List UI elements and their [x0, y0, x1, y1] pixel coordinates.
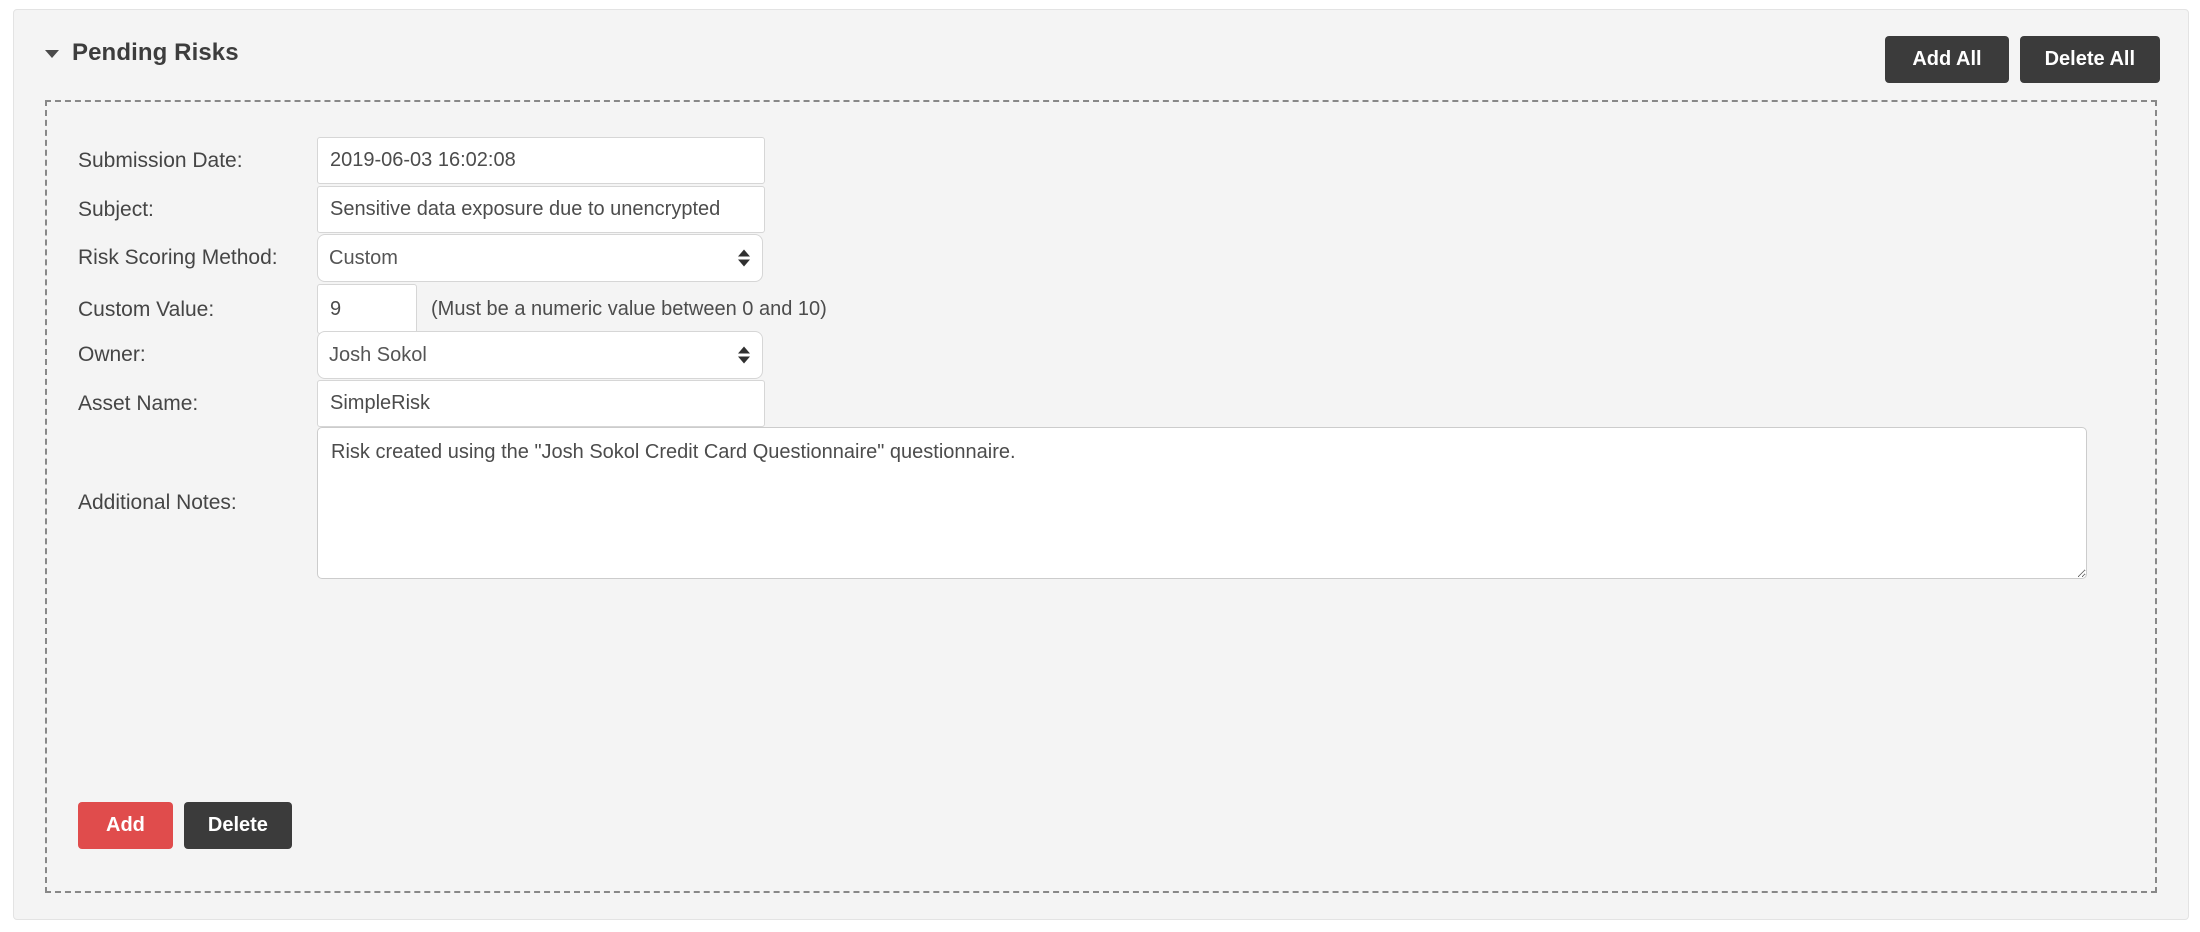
owner-field-wrap: Josh Sokol	[317, 331, 763, 379]
form-row-submission-date: Submission Date:	[47, 137, 2155, 184]
pending-risk-item: Submission Date: Subject: Risk Scoring M…	[45, 100, 2157, 893]
risk-scoring-method-label: Risk Scoring Method:	[78, 246, 278, 269]
add-all-button[interactable]: Add All	[1885, 36, 2009, 83]
submission-date-input[interactable]	[317, 137, 765, 184]
owner-select[interactable]: Josh Sokol	[317, 331, 763, 379]
form-row-owner: Owner: Josh Sokol	[47, 331, 2155, 379]
caret-down-icon[interactable]	[45, 50, 59, 58]
form-row-subject: Subject:	[47, 186, 2155, 233]
risk-scoring-method-field-wrap: Custom	[317, 234, 763, 282]
submission-date-label: Submission Date:	[78, 149, 243, 172]
delete-button[interactable]: Delete	[183, 802, 292, 849]
add-button[interactable]: Add	[78, 802, 173, 849]
form-row-risk-scoring-method: Risk Scoring Method: Custom	[47, 234, 2155, 282]
asset-name-field-wrap	[317, 380, 765, 427]
risk-scoring-method-select[interactable]: Custom	[317, 234, 763, 282]
form-row-asset-name: Asset Name:	[47, 380, 2155, 427]
custom-value-input[interactable]	[317, 284, 417, 334]
additional-notes-label: Additional Notes:	[78, 491, 237, 514]
risk-item-actions: Add Delete	[78, 802, 292, 849]
owner-label: Owner:	[78, 343, 146, 366]
form-row-additional-notes: Additional Notes: Risk created using the…	[47, 426, 2155, 584]
additional-notes-textarea[interactable]: Risk created using the "Josh Sokol Credi…	[317, 426, 2087, 579]
pending-risks-panel: Pending Risks Add All Delete All Submiss…	[13, 9, 2189, 920]
subject-label: Subject:	[78, 198, 154, 221]
custom-value-label: Custom Value:	[78, 298, 215, 321]
header-actions: Add All Delete All	[1885, 36, 2160, 83]
additional-notes-field-wrap: Risk created using the "Josh Sokol Credi…	[317, 426, 2087, 584]
panel-header-title-group[interactable]: Pending Risks	[45, 39, 239, 67]
asset-name-label: Asset Name:	[78, 392, 199, 415]
subject-input[interactable]	[317, 186, 765, 233]
submission-date-field-wrap	[317, 137, 765, 184]
custom-value-hint: (Must be a numeric value between 0 and 1…	[431, 297, 827, 320]
panel-header: Pending Risks Add All Delete All	[14, 10, 2188, 98]
form-row-custom-value: Custom Value: (Must be a numeric value b…	[47, 284, 2155, 334]
subject-field-wrap	[317, 186, 765, 233]
page-title: Pending Risks	[72, 39, 239, 66]
asset-name-input[interactable]	[317, 380, 765, 427]
delete-all-button[interactable]: Delete All	[2019, 36, 2160, 83]
custom-value-field-wrap: (Must be a numeric value between 0 and 1…	[317, 284, 827, 334]
